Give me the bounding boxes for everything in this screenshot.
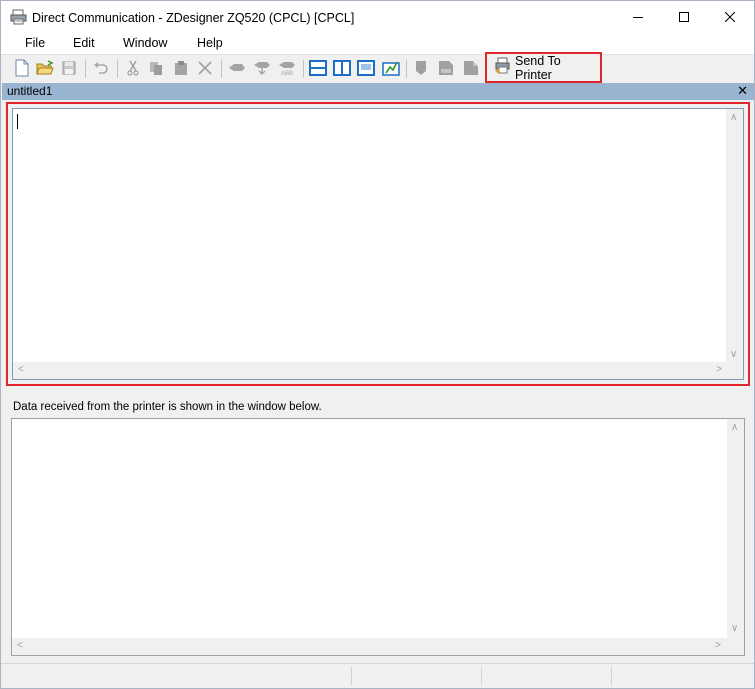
scroll-down-icon[interactable]: ∨ <box>731 624 738 634</box>
copy-icon <box>148 60 164 79</box>
printer-tool-2-button[interactable] <box>436 59 456 79</box>
send-to-printer-icon <box>494 57 512 78</box>
scroll-down-icon[interactable]: ∨ <box>730 350 737 360</box>
layout-single-icon <box>357 59 375 79</box>
scroll-right-icon[interactable]: > <box>716 365 722 375</box>
font-icon <box>228 61 246 78</box>
printer-middle-icon <box>438 60 454 79</box>
printer-output-pane[interactable]: ∧ ∨ < > <box>11 418 745 656</box>
new-document-icon <box>14 59 30 80</box>
toolbar: ABB Send To Printer <box>1 52 754 83</box>
layout-graph-icon <box>382 60 400 79</box>
toolbar-separator <box>303 60 304 78</box>
close-icon <box>724 11 736 25</box>
font-download-icon <box>253 60 271 79</box>
document-title: untitled1 <box>7 84 53 98</box>
status-pane <box>481 667 611 685</box>
delete-button[interactable] <box>195 59 215 79</box>
maximize-button[interactable] <box>661 1 707 34</box>
font-download-button[interactable] <box>252 59 272 79</box>
arrange-button[interactable] <box>381 59 401 79</box>
scrollbar-corner <box>726 362 743 379</box>
printer-tool-1-button[interactable] <box>411 59 431 79</box>
toolbar-separator <box>85 60 86 78</box>
copy-button[interactable] <box>146 59 166 79</box>
scroll-up-icon[interactable]: ∧ <box>730 113 737 123</box>
save-button[interactable] <box>59 59 79 79</box>
menu-file[interactable]: File <box>25 36 45 50</box>
save-icon <box>61 60 77 79</box>
minimize-button[interactable] <box>615 1 661 34</box>
scroll-left-icon[interactable]: < <box>18 365 24 375</box>
delete-icon <box>197 60 213 79</box>
app-window: Direct Communication - ZDesigner ZQ520 (… <box>0 0 755 689</box>
printer-app-icon <box>10 9 28 25</box>
output-horizontal-scrollbar[interactable]: < > <box>12 638 727 655</box>
scroll-left-icon[interactable]: < <box>17 641 23 651</box>
menu-window[interactable]: Window <box>123 36 167 50</box>
command-editor[interactable]: ∧ ∨ < > <box>12 108 744 380</box>
status-pane <box>611 667 754 685</box>
title-bar: Direct Communication - ZDesigner ZQ520 (… <box>1 1 754 34</box>
status-bar <box>1 663 754 688</box>
menu-bar: File Edit Window Help <box>1 34 754 54</box>
paste-icon <box>173 60 189 79</box>
window-title: Direct Communication - ZDesigner ZQ520 (… <box>32 11 355 25</box>
output-caption: Data received from the printer is shown … <box>13 401 322 413</box>
editor-vertical-scrollbar[interactable]: ∧ ∨ <box>726 109 743 364</box>
svg-text:ABB: ABB <box>281 71 293 76</box>
printer-right-icon <box>463 60 479 79</box>
printer-tool-3-button[interactable] <box>461 59 481 79</box>
font-button[interactable] <box>227 59 247 79</box>
document-tab-bar: untitled1 ✕ <box>2 83 754 100</box>
undo-icon <box>93 61 109 78</box>
layout-horizontal-icon <box>309 59 327 79</box>
close-window-button[interactable] <box>707 1 753 34</box>
cascade-button[interactable] <box>356 59 376 79</box>
scroll-right-icon[interactable]: > <box>715 641 721 651</box>
open-folder-icon <box>36 59 54 79</box>
undo-button[interactable] <box>91 59 111 79</box>
status-pane <box>351 667 481 685</box>
layout-vertical-icon <box>333 59 351 79</box>
scroll-up-icon[interactable]: ∧ <box>731 423 738 433</box>
minimize-icon <box>633 11 643 25</box>
printer-left-icon <box>414 60 428 79</box>
editor-horizontal-scrollbar[interactable]: < > <box>13 362 728 379</box>
new-document-button[interactable] <box>12 59 32 79</box>
cut-button[interactable] <box>123 59 143 79</box>
send-to-printer-label: Send To Printer <box>515 53 561 82</box>
output-vertical-scrollbar[interactable]: ∧ ∨ <box>727 419 744 638</box>
cut-icon <box>126 60 140 79</box>
tile-horizontal-button[interactable] <box>308 59 328 79</box>
send-to-printer-button[interactable]: Send To Printer <box>485 52 602 83</box>
text-caret <box>17 114 18 129</box>
close-document-icon[interactable]: ✕ <box>737 83 748 99</box>
maximize-icon <box>679 11 689 25</box>
tile-vertical-button[interactable] <box>332 59 352 79</box>
toolbar-separator <box>117 60 118 78</box>
open-file-button[interactable] <box>35 59 55 79</box>
toolbar-separator <box>221 60 222 78</box>
toolbar-separator <box>406 60 407 78</box>
menu-edit[interactable]: Edit <box>73 36 95 50</box>
font-text-button[interactable]: ABB <box>277 59 297 79</box>
font-abc-icon: ABB <box>277 60 297 79</box>
paste-button[interactable] <box>171 59 191 79</box>
menu-help[interactable]: Help <box>197 36 223 50</box>
scrollbar-corner <box>727 638 744 655</box>
